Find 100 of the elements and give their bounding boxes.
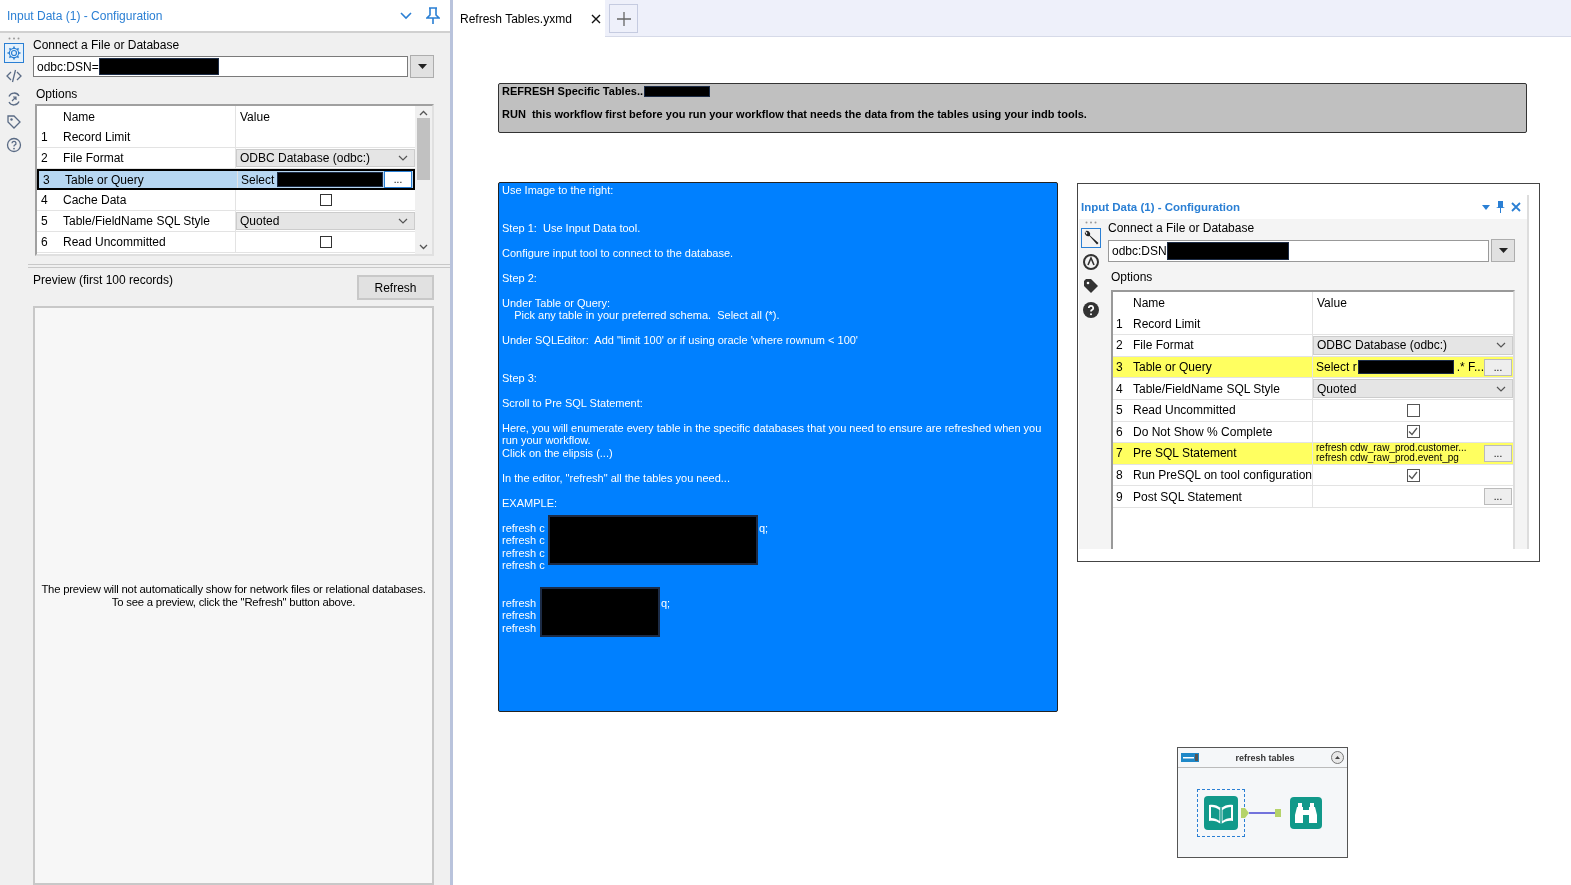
chevron-down-icon: [398, 218, 408, 224]
options-label: Options: [36, 87, 79, 101]
dropdown-button[interactable]: [410, 55, 434, 78]
example-line: refresh: [502, 596, 537, 609]
query-text: .* F...: [1456, 360, 1484, 375]
row-number: 4: [1115, 380, 1124, 398]
checkbox[interactable]: [1406, 468, 1420, 482]
example-line: refresh: [502, 609, 537, 621]
new-tab-button[interactable]: [609, 4, 638, 33]
checkbox[interactable]: [1406, 403, 1420, 417]
connection-field[interactable]: odbc:DSN=: [33, 56, 408, 77]
checkbox[interactable]: [319, 194, 332, 206]
row-number: 3: [1115, 359, 1124, 377]
row-number: 5: [1115, 402, 1124, 420]
connector-line: [1241, 806, 1281, 819]
pin-icon[interactable]: [426, 7, 440, 24]
connect-label: Connect a File or Database: [1108, 221, 1256, 235]
example-line: refresh c: [502, 521, 545, 534]
checkbox[interactable]: [319, 236, 332, 248]
row-number: 1: [40, 129, 49, 146]
connect-label: Connect a File or Database: [33, 38, 181, 52]
ellipsis-button[interactable]: ...: [1484, 488, 1512, 506]
row-number: 1: [1115, 315, 1124, 333]
caret-down-icon: [417, 64, 427, 69]
rail-button[interactable]: [1081, 276, 1101, 296]
ellipsis-button[interactable]: ...: [384, 171, 412, 188]
sql-line: refresh cdw_raw_prod.event_pg: [1316, 453, 1459, 464]
note-text: Scroll to Pre SQL Statement:: [502, 396, 644, 409]
column-header: Name: [1129, 292, 1313, 314]
close-icon[interactable]: [591, 13, 601, 24]
panel-title: Input Data (1) - Configuration: [7, 8, 164, 23]
row-number: 4: [40, 192, 49, 209]
row-number: 7: [1115, 445, 1124, 463]
pin-icon[interactable]: [1496, 201, 1505, 213]
ellipsis-button[interactable]: ...: [1484, 358, 1512, 376]
option-row[interactable]: 1 Record Limit: [37, 127, 415, 148]
tag-icon: [1082, 277, 1100, 295]
checkbox[interactable]: [1406, 425, 1420, 439]
dropdown-field[interactable]: Quoted: [236, 212, 415, 230]
scroll-down-icon[interactable]: [419, 244, 428, 250]
note-text: Use Image to the right:: [502, 184, 615, 197]
note-text: EXAMPLE:: [502, 496, 559, 509]
option-row[interactable]: 3 Table or Query Select ...: [37, 169, 415, 190]
note-text: Step 3:: [502, 371, 538, 384]
row-number: 3: [42, 171, 51, 188]
help-icon: [1082, 301, 1100, 319]
collapse-icon[interactable]: [1331, 751, 1344, 764]
caret-down-icon[interactable]: [1482, 204, 1490, 210]
binoculars-icon: [1290, 796, 1322, 829]
row-number: 2: [1115, 337, 1124, 355]
scroll-up-icon[interactable]: [419, 110, 428, 116]
refresh-button[interactable]: Refresh: [357, 275, 434, 300]
note-text: Here, you will enumerate every table in the specific databases that you need to ensure are refreshed when you run your workflow. Click on the elipsis (...): [502, 421, 1043, 459]
option-name: Post SQL Statement: [1129, 486, 1313, 507]
tag-icon: [6, 114, 22, 130]
row-number: 2: [40, 150, 49, 167]
option-name: Record Limit: [59, 127, 236, 147]
container-title: refresh tables: [1234, 752, 1296, 763]
note-text: Step 1: Use Input Data tool.: [502, 221, 642, 234]
panel-title: Input Data (1) - Configuration: [1081, 201, 1242, 213]
example-line: refresh c: [502, 546, 545, 559]
option-row[interactable]: 5 Table/FieldName SQL Style Quoted: [37, 211, 415, 232]
row-number: 5: [40, 213, 49, 230]
example-line-end: q;: [759, 521, 769, 534]
option-name: Table or Query: [61, 171, 238, 188]
workflow-tab[interactable]: Refresh Tables.yxmd: [453, 0, 605, 37]
row-number: 8: [1115, 467, 1124, 485]
example-line: refresh c: [502, 559, 545, 571]
query-text: Select: [241, 172, 275, 187]
more-icon[interactable]: [1085, 221, 1097, 224]
note-text: Under Table or Query: Pick any table in your preferred schema. Select all (*).: [502, 296, 781, 322]
option-name: Read Uncommitted: [59, 232, 236, 252]
comment-box[interactable]: REFRESH Specific Tables.. RUN this workflow first before you run your workflow that needs the data from the tables using your indb tools.: [498, 83, 1527, 133]
container-icon: [1181, 753, 1199, 762]
tool-container[interactable]: refresh tables: [1177, 747, 1348, 858]
ellipsis-button[interactable]: ...: [1484, 444, 1512, 462]
row-number: 9: [1115, 488, 1124, 506]
rail-button[interactable]: [1081, 300, 1101, 320]
instruction-note[interactable]: [498, 182, 1058, 712]
workflow-tool[interactable]: [1197, 788, 1245, 837]
option-row[interactable]: 6 Read Uncommitted: [37, 232, 415, 253]
dropdown-button[interactable]: [1491, 239, 1515, 262]
column-header: Value: [239, 108, 271, 126]
connection-field[interactable]: odbc:DSN: [1108, 239, 1489, 262]
note-text: Configure input tool to connect to the database.: [502, 246, 735, 259]
chevron-down-icon[interactable]: [400, 11, 412, 20]
dropdown-field[interactable]: Quoted: [1313, 379, 1513, 398]
sql-line: refresh cdw_raw_prod.customer...: [1316, 443, 1468, 454]
settings-icon: [6, 45, 22, 61]
example-line-end: q;: [661, 596, 671, 609]
chevron-down-icon: [398, 155, 408, 161]
note-text: In the editor, "refresh" all the tables you need...: [502, 471, 731, 484]
dropdown-field[interactable]: ODBC Database (odbc:): [236, 149, 415, 167]
option-row[interactable]: 4 Cache Data: [37, 190, 415, 211]
option-name: Do Not Show % Complete: [1129, 421, 1313, 443]
chevron-down-icon: [1496, 342, 1506, 349]
option-name: Table or Query: [1129, 356, 1313, 378]
scrollbar[interactable]: [415, 106, 432, 254]
option-name: Record Limit: [1129, 313, 1313, 335]
dropdown-field[interactable]: ODBC Database (odbc:): [1313, 336, 1513, 355]
